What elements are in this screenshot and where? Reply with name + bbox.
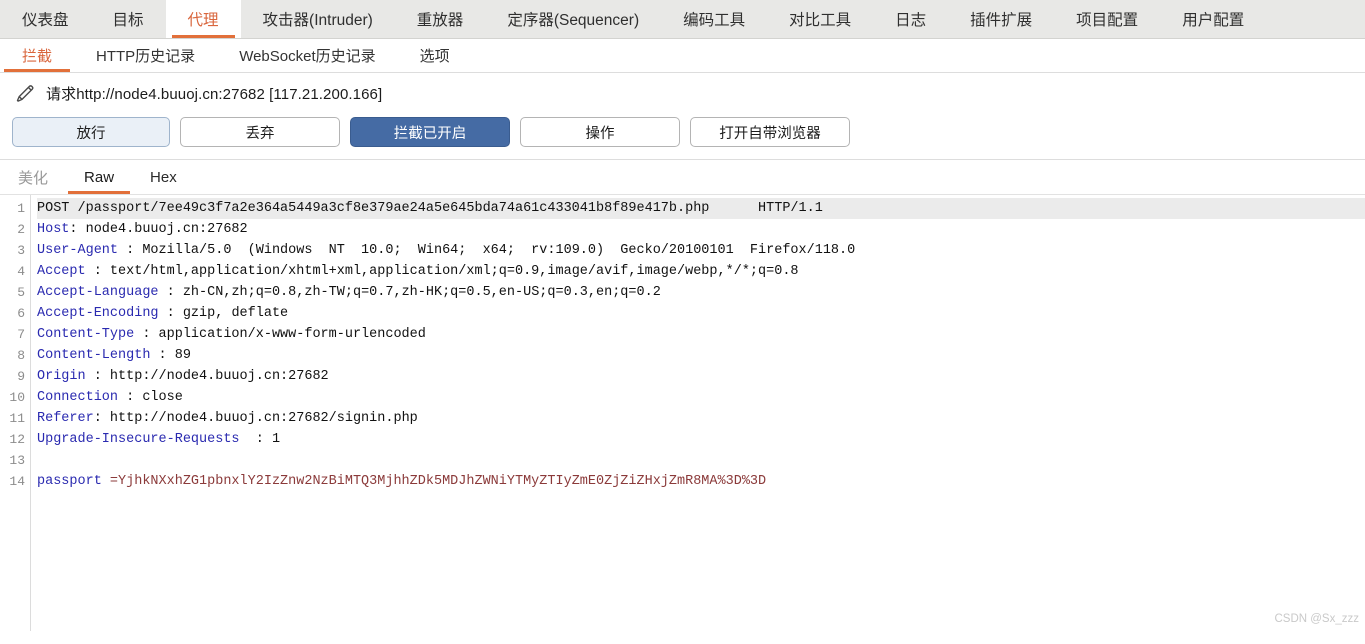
main-tab-7[interactable]: 对比工具 (767, 0, 874, 38)
request-line-token: Content-Length (37, 348, 151, 363)
main-tab-9[interactable]: 插件扩展 (948, 0, 1055, 38)
request-line-token: : http://node4.buuoj.cn:27682 (85, 369, 329, 384)
forward-button[interactable]: 放行 (12, 117, 170, 147)
request-line-token: Origin (37, 369, 86, 384)
proxy-sub-tab-3[interactable]: 选项 (398, 39, 472, 72)
request-line-token: : text/html,application/xhtml+xml,applic… (85, 264, 799, 279)
line-number: 4 (17, 264, 25, 279)
main-tab-11[interactable]: 用户配置 (1160, 0, 1267, 38)
request-line (37, 450, 1365, 471)
request-line-token: : 89 (150, 348, 191, 363)
browser-button[interactable]: 打开自带浏览器 (690, 117, 850, 147)
request-line: Accept-Language : zh-CN,zh;q=0.8,zh-TW;q… (37, 282, 1365, 303)
request-line: Origin : http://node4.buuoj.cn:27682 (37, 366, 1365, 387)
request-line-token: : application/x-www-form-urlencoded (134, 327, 426, 342)
main-tab-0[interactable]: 仪表盘 (0, 0, 91, 38)
proxy-sub-tab-0[interactable]: 拦截 (0, 39, 74, 72)
request-line-token: : close (118, 390, 183, 405)
request-line: Accept : text/html,application/xhtml+xml… (37, 261, 1365, 282)
main-tab-3[interactable]: 攻击器(Intruder) (240, 0, 395, 38)
request-line: Content-Length : 89 (37, 345, 1365, 366)
line-number: 14 (9, 474, 25, 489)
intercept-button[interactable]: 拦截已开启 (350, 117, 510, 147)
intercept-action-buttons: 放行 丢弃 拦截已开启 操作 打开自带浏览器 (0, 113, 1365, 159)
request-line-token: : zh-CN,zh;q=0.8,zh-TW;q=0.7,zh-HK;q=0.5… (158, 285, 661, 300)
request-line-token: : Mozilla/5.0 (Windows NT 10.0; Win64; x… (118, 243, 856, 258)
line-number: 9 (17, 369, 25, 384)
line-number: 1 (17, 201, 25, 216)
request-line-token: : http://node4.buuoj.cn:27682/signin.php (93, 411, 418, 426)
request-line-token: : node4.buuoj.cn:27682 (69, 222, 248, 237)
main-tab-10[interactable]: 项目配置 (1054, 0, 1161, 38)
request-line: Content-Type : application/x-www-form-ur… (37, 324, 1365, 345)
proxy-sub-tab-1[interactable]: HTTP历史记录 (74, 39, 217, 72)
request-line: Accept-Encoding : gzip, deflate (37, 303, 1365, 324)
request-line-token: Upgrade-Insecure-Requests (37, 432, 240, 447)
request-line: Connection : close (37, 387, 1365, 408)
request-line-token: : gzip, deflate (158, 306, 289, 321)
request-line-token: =YjhkNXxhZG1pbnxlY2IzZnw2NzBiMTQ3MjhhZDk… (101, 474, 767, 489)
request-line-token: passport (37, 474, 102, 489)
line-number: 6 (17, 306, 25, 321)
request-title-row: 请求http://node4.buuoj.cn:27682 [117.21.20… (0, 73, 1365, 113)
line-number: 2 (17, 222, 25, 237)
request-text-area[interactable]: POST /passport/7ee49c3f7a2e364a5449a3cf8… (31, 195, 1365, 631)
proxy-sub-tab-2[interactable]: WebSocket历史记录 (217, 39, 397, 72)
line-number: 12 (9, 432, 25, 447)
request-line-token: POST /passport/7ee49c3f7a2e364a5449a3cf8… (37, 201, 823, 216)
request-line-token: Accept (37, 264, 86, 279)
request-line-token: : 1 (239, 432, 281, 447)
request-line: Referer: http://node4.buuoj.cn:27682/sig… (37, 408, 1365, 429)
editor-tab-1[interactable]: Raw (66, 160, 132, 194)
main-tab-5[interactable]: 定序器(Sequencer) (485, 0, 662, 38)
request-line: passport =YjhkNXxhZG1pbnxlY2IzZnw2NzBiMT… (37, 471, 1365, 492)
editor-tab-0[interactable]: 美化 (0, 160, 66, 194)
line-number: 3 (17, 243, 25, 258)
raw-request-editor[interactable]: 1 2 3 4 5 6 7 8 9 10 11 12 13 14 POST /passport/7ee49… (0, 194, 1365, 631)
main-tab-2[interactable]: 代理 (165, 0, 241, 38)
editor-tab-2[interactable]: Hex (132, 160, 195, 194)
line-number: 13 (9, 453, 25, 468)
pencil-icon (12, 80, 38, 106)
drop-button[interactable]: 丢弃 (180, 117, 340, 147)
request-line-token: Accept-Encoding (37, 306, 159, 321)
request-line-token: Connection (37, 390, 119, 405)
line-number: 5 (17, 285, 25, 300)
line-number: 10 (9, 390, 25, 405)
intercept-request-panel: 请求http://node4.buuoj.cn:27682 [117.21.20… (0, 73, 1365, 160)
request-target-label: 请求http://node4.buuoj.cn:27682 [117.21.20… (46, 85, 383, 103)
main-tab-8[interactable]: 日志 (873, 0, 949, 38)
line-number: 11 (9, 411, 25, 426)
request-line: Upgrade-Insecure-Requests : 1 (37, 429, 1365, 450)
request-line: Host: node4.buuoj.cn:27682 (37, 219, 1365, 240)
watermark: CSDN @Sx_zzz (1274, 613, 1359, 625)
request-line-token: Accept-Language (37, 285, 159, 300)
request-line: User-Agent : Mozilla/5.0 (Windows NT 10.… (37, 240, 1365, 261)
main-tab-1[interactable]: 目标 (90, 0, 166, 38)
main-tab-4[interactable]: 重放器 (394, 0, 486, 38)
line-number: 8 (17, 348, 25, 363)
main-tab-bar: 仪表盘 目标 代理 攻击器(Intruder) 重放器 定序器(Sequencer) 编码工… (0, 0, 1365, 39)
action-button[interactable]: 操作 (520, 117, 680, 147)
line-number-gutter: 1 2 3 4 5 6 7 8 9 10 11 12 13 14 (0, 195, 31, 631)
request-line-token: Host (37, 222, 70, 237)
request-line-token: User-Agent (37, 243, 119, 258)
proxy-sub-tab-bar: 拦截 HTTP历史记录 WebSocket历史记录 选项 (0, 39, 1365, 73)
line-number: 7 (17, 327, 25, 342)
request-line-token: Content-Type (37, 327, 135, 342)
message-editor-tab-bar: 美化 Raw Hex (0, 160, 1365, 194)
request-line: POST /passport/7ee49c3f7a2e364a5449a3cf8… (37, 198, 1365, 219)
main-tab-6[interactable]: 编码工具 (661, 0, 768, 38)
request-line-token: Referer (37, 411, 94, 426)
